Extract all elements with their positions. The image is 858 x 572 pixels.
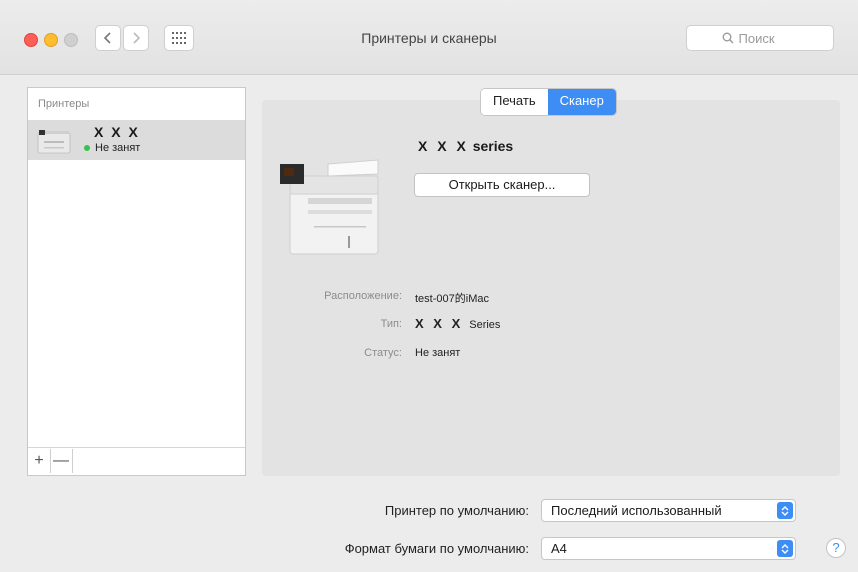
printer-list-footer: + — — [28, 447, 245, 475]
status-label: Статус: — [364, 347, 402, 359]
printer-list: Принтеры X X X Не занят + — — [27, 87, 246, 476]
search-icon — [722, 32, 733, 44]
default-paper-select[interactable]: A4 — [541, 537, 796, 560]
tab-bar: Печать Сканер — [480, 88, 617, 116]
type-value: X X X Series — [415, 316, 500, 331]
stepper-icon — [777, 502, 793, 519]
printer-list-item[interactable]: X X X Не занят — [28, 120, 245, 160]
open-scanner-button[interactable]: Открыть сканер... — [414, 173, 590, 197]
search-field[interactable] — [686, 25, 834, 51]
type-suffix: Series — [469, 319, 501, 331]
default-printer-value: Последний использованный — [551, 503, 722, 518]
printer-list-header: Принтеры — [38, 98, 90, 110]
help-icon: ? — [832, 540, 840, 555]
default-paper-value: A4 — [551, 541, 567, 556]
default-printer-select[interactable]: Последний использованный — [541, 499, 796, 522]
search-input[interactable] — [738, 30, 799, 46]
printer-status-text: Не занят — [95, 142, 141, 154]
add-printer-button[interactable]: + — [28, 449, 51, 473]
device-name: X X X series — [418, 138, 513, 154]
tab-print[interactable]: Печать — [481, 89, 548, 115]
printer-status: Не занят — [84, 142, 140, 154]
help-button[interactable]: ? — [826, 538, 846, 558]
stepper-icon — [777, 540, 793, 557]
status-dot-icon — [84, 145, 90, 151]
location-value: test-007的iMac — [415, 293, 489, 305]
default-paper-label: Формат бумаги по умолчанию: — [344, 541, 529, 556]
remove-printer-button[interactable]: — — [50, 449, 73, 473]
type-prefix: X X X — [415, 316, 464, 331]
location-label: Расположение: — [324, 290, 402, 302]
printer-device-image — [280, 159, 379, 255]
printer-icon — [37, 130, 71, 154]
default-printer-label: Принтер по умолчанию: — [384, 503, 529, 518]
type-label: Тип: — [380, 318, 402, 330]
printer-name: X X X — [94, 124, 140, 140]
status-value: Не занят — [415, 347, 461, 359]
device-name-prefix: X X X — [418, 138, 469, 154]
tab-scanner[interactable]: Сканер — [547, 89, 616, 115]
device-name-suffix: series — [472, 138, 514, 154]
title-bar: Принтеры и сканеры — [0, 0, 858, 75]
